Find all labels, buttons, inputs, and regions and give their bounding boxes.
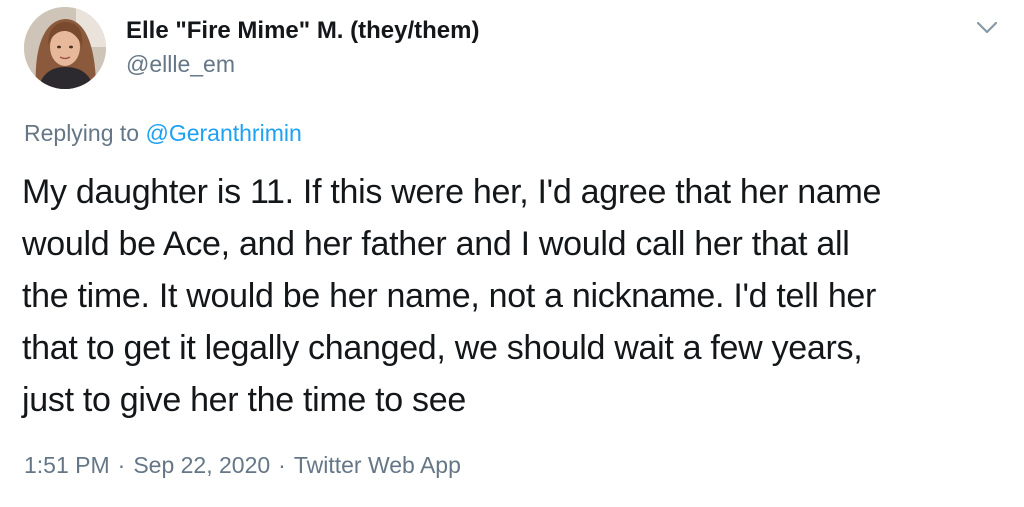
tweet-source[interactable]: Twitter Web App xyxy=(294,452,461,478)
tweet-time[interactable]: 1:51 PM xyxy=(24,452,110,478)
avatar[interactable] xyxy=(24,7,106,89)
tweet-date[interactable]: Sep 22, 2020 xyxy=(133,452,270,478)
tweet-text-line: the time. It would be her name, not a ni… xyxy=(22,277,877,315)
tweet-text-line: would be Ace, and her father and I would… xyxy=(22,225,850,263)
tweet-text-line: that to get it legally changed, we shoul… xyxy=(22,329,863,367)
author-display-name[interactable]: Elle "Fire Mime" M. (they/them) xyxy=(126,16,479,46)
reply-mention-link[interactable]: @Geranthrimin xyxy=(145,120,301,146)
replying-to: Replying to @Geranthrimin xyxy=(24,118,302,148)
meta-separator: · xyxy=(117,452,126,478)
tweet: Elle "Fire Mime" M. (they/them) @ellle_e… xyxy=(0,0,1024,507)
chevron-down-icon xyxy=(976,21,998,34)
tweet-text-line: just to give her the time to see xyxy=(22,381,466,419)
tweet-text-line: My daughter is 11. If this were her, I'd… xyxy=(22,173,882,211)
author-handle[interactable]: @ellle_em xyxy=(126,50,235,78)
tweet-metadata: 1:51 PM · Sep 22, 2020 · Twitter Web App xyxy=(24,450,461,480)
meta-separator: · xyxy=(278,452,286,478)
more-options-button[interactable] xyxy=(970,14,1004,42)
tweet-text: My daughter is 11. If this were her, I'd… xyxy=(22,166,1007,426)
replying-to-label: Replying to xyxy=(24,120,146,146)
profile-photo xyxy=(24,7,106,89)
